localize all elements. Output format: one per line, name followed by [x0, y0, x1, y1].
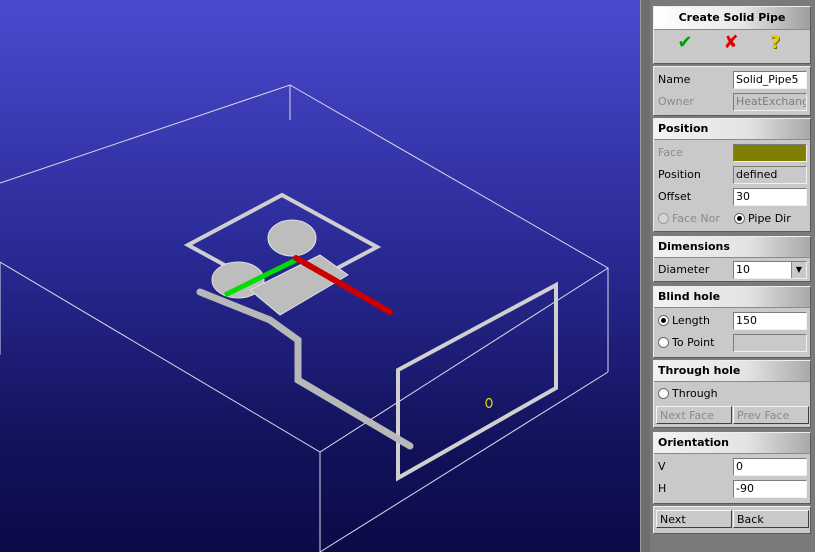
help-question-icon[interactable]: ? [762, 31, 788, 55]
through-label: Through [672, 387, 718, 400]
navigation-section: Next Back [653, 506, 811, 534]
face-field[interactable] [733, 144, 807, 162]
blind-hole-section: Blind hole Length 150 To Point [653, 286, 811, 358]
dimensions-header: Dimensions [654, 237, 810, 258]
pipe-dir-radio[interactable] [734, 213, 745, 224]
face-normal-radio[interactable] [658, 213, 669, 224]
pipe-dir-label: Pipe Dir [748, 212, 791, 225]
orientation-section: Orientation V 0 H -90 [653, 432, 811, 504]
next-button[interactable]: Next [656, 510, 732, 528]
wall-frame [396, 281, 558, 482]
offset-label: Offset [658, 190, 692, 203]
diameter-label: Diameter [658, 263, 710, 276]
face-label: Face [658, 146, 683, 159]
h-label: H [658, 482, 667, 495]
name-label: Name [658, 73, 691, 86]
to-point-label: To Point [672, 336, 715, 349]
pick-point-marker [485, 397, 493, 409]
title-section: Create Solid Pipe ✔ ✘ ? [653, 6, 811, 64]
position-label: Position [658, 168, 701, 181]
3d-scene [0, 84, 609, 552]
position-header: Position [654, 119, 810, 140]
back-button[interactable]: Back [733, 510, 809, 528]
chevron-down-icon[interactable]: ▼ [791, 262, 806, 278]
box-bottom-right-edge [319, 371, 609, 552]
to-point-radio[interactable] [658, 337, 669, 348]
drum-top [267, 219, 317, 257]
base-plate [249, 254, 349, 316]
face-normal-label: Face Nor [672, 212, 720, 225]
length-label: Length [672, 314, 710, 327]
through-hole-section: Through hole Through Next Face Prev Face [653, 360, 811, 428]
length-field[interactable]: 150 [733, 312, 807, 330]
blind-hole-header: Blind hole [654, 287, 810, 308]
dimensions-section: Dimensions Diameter 10 ▼ [653, 236, 811, 282]
3d-viewport[interactable] [0, 0, 640, 552]
position-field: defined [733, 166, 807, 184]
position-section: Position Face Position defined Offset 30… [653, 118, 811, 232]
v-label: V [658, 460, 666, 473]
through-radio[interactable] [658, 388, 669, 399]
h-field[interactable]: -90 [733, 480, 807, 498]
offset-field[interactable]: 30 [733, 188, 807, 206]
v-field[interactable]: 0 [733, 458, 807, 476]
prev-face-button[interactable]: Prev Face [733, 406, 809, 424]
name-field[interactable]: Solid_Pipe5 [733, 71, 807, 89]
through-hole-header: Through hole [654, 361, 810, 382]
orientation-header: Orientation [654, 433, 810, 454]
name-section: Name Solid_Pipe5 Owner HeatExchange [653, 66, 811, 116]
diameter-value: 10 [736, 263, 750, 276]
cancel-x-icon[interactable]: ✘ [718, 31, 744, 55]
to-point-field [733, 334, 807, 352]
length-radio[interactable] [658, 315, 669, 326]
ok-check-icon[interactable]: ✔ [672, 31, 698, 55]
owner-label: Owner [658, 95, 694, 108]
pipe-route [196, 288, 414, 450]
panel-title: Create Solid Pipe [654, 7, 810, 30]
create-solid-pipe-panel: Create Solid Pipe ✔ ✘ ? Name Solid_Pipe5… [650, 0, 815, 552]
owner-field: HeatExchange [733, 93, 807, 111]
next-face-button[interactable]: Next Face [656, 406, 732, 424]
diameter-dropdown[interactable]: 10 ▼ [733, 261, 807, 279]
